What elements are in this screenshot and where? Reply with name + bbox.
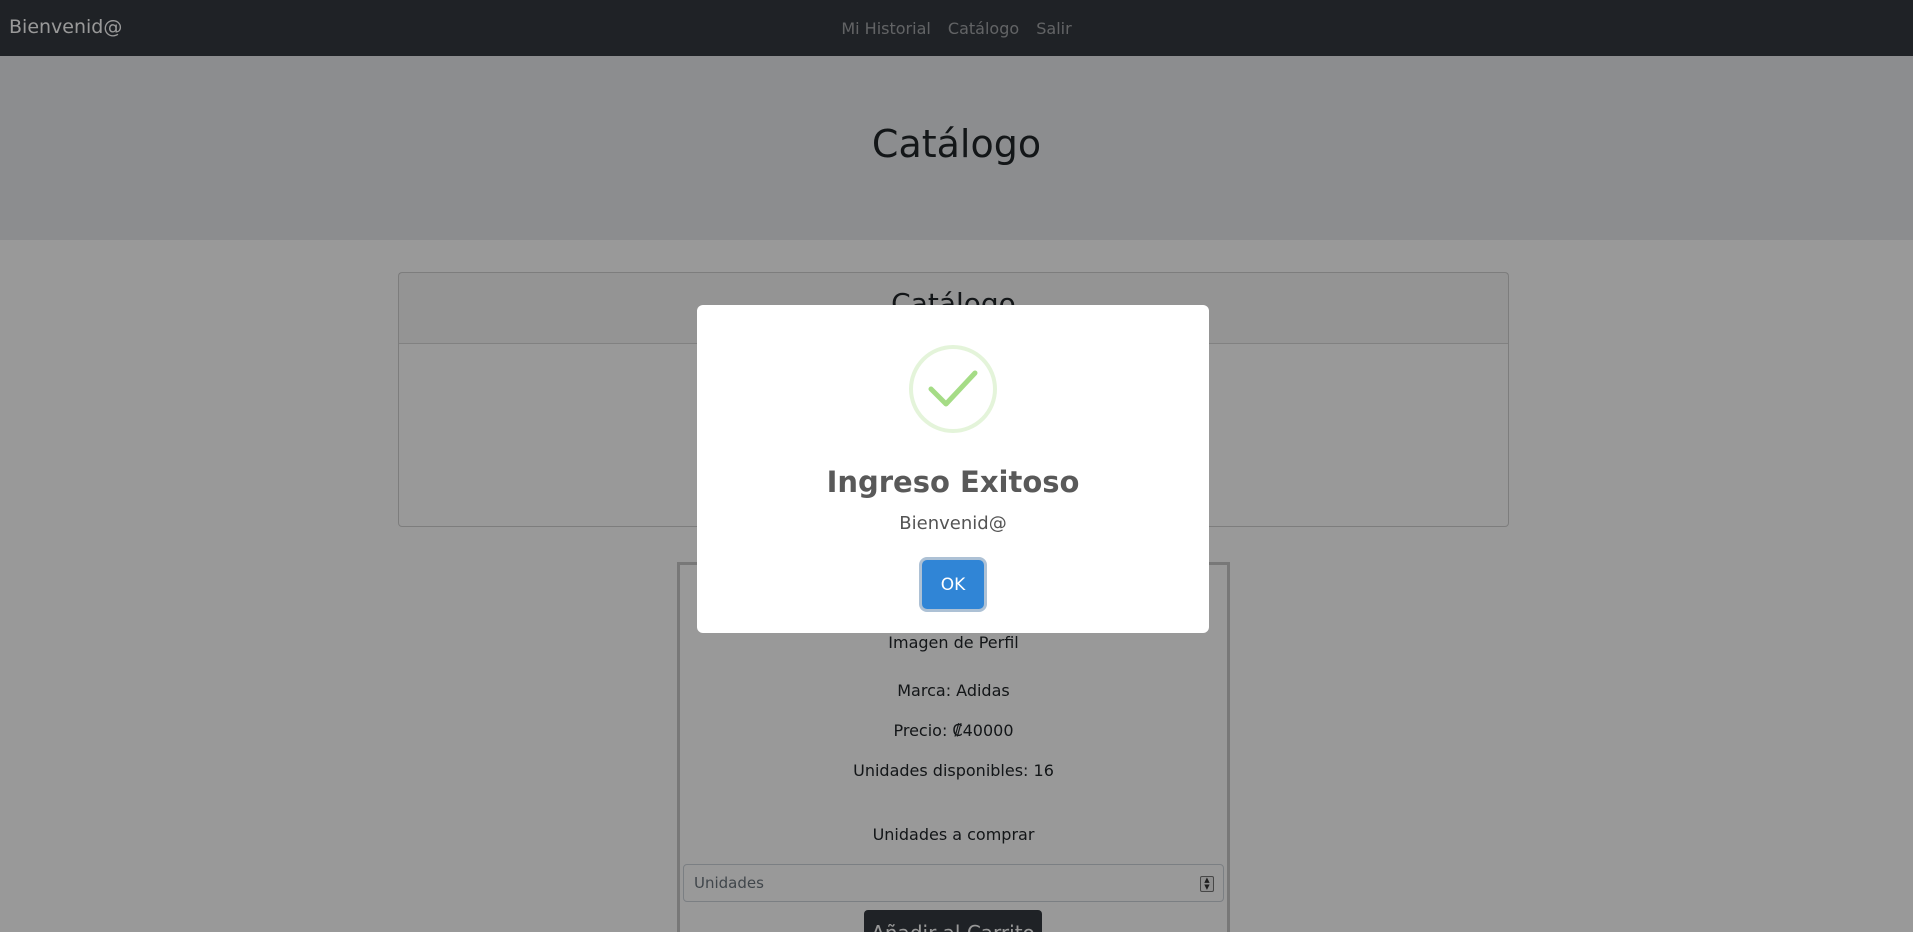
modal-title: Ingreso Exitoso xyxy=(826,465,1080,499)
ok-button[interactable]: OK xyxy=(922,560,984,609)
success-modal: Ingreso Exitoso Bienvenid@ OK xyxy=(697,305,1209,633)
checkmark-icon xyxy=(909,345,997,433)
modal-message: Bienvenid@ xyxy=(899,513,1007,534)
